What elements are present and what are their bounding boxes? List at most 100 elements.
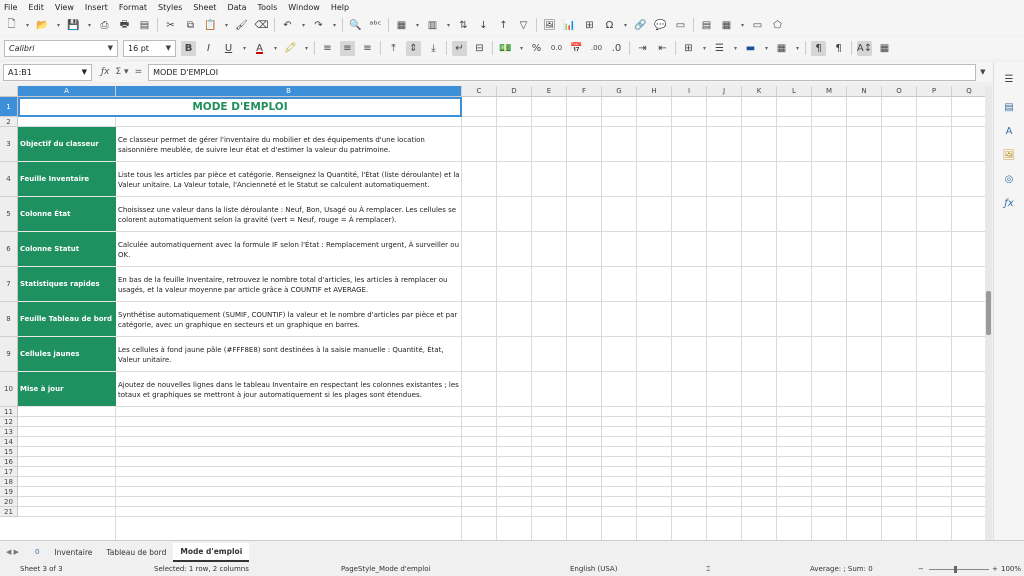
language[interactable]: English (USA) — [570, 565, 617, 573]
menu-edit[interactable]: Edit — [28, 3, 44, 12]
scroll-thumb[interactable] — [986, 291, 991, 335]
functions-icon[interactable]: ƒx — [1002, 196, 1016, 210]
new-document-icon[interactable]: 🗋 — [4, 18, 19, 33]
font-name-combo[interactable]: Calibri ▼ — [4, 39, 118, 57]
column-header-p[interactable]: P — [917, 86, 952, 97]
sort-descending-icon[interactable]: ↑ — [496, 18, 511, 33]
row-header-16[interactable]: 16 — [0, 457, 18, 467]
column-header-g[interactable]: G — [602, 86, 637, 97]
sheet-tab[interactable]: Inventaire — [47, 544, 99, 561]
vertical-text-icon[interactable]: A↕ — [857, 40, 872, 56]
menu-data[interactable]: Data — [227, 3, 246, 12]
sidebar-menu-icon[interactable]: ☰ — [1002, 72, 1016, 86]
navigator-icon[interactable]: ◎ — [1002, 172, 1016, 186]
align-right-icon[interactable]: ≡ — [360, 41, 375, 56]
row-header-20[interactable]: 20 — [0, 497, 18, 507]
split-window-icon[interactable]: ▭ — [750, 18, 765, 33]
pivot-table-icon[interactable]: ⊞ — [582, 18, 597, 33]
name-box[interactable]: A1:B1 ▼ — [3, 63, 92, 81]
entry-description-cell[interactable]: Calculée automatiquement avec la formule… — [117, 232, 462, 267]
merge-center-icon[interactable]: ⊟ — [472, 41, 487, 56]
sheet-tab[interactable]: Tableau de bord — [99, 544, 173, 561]
sheet-tab[interactable]: Mode d'emploi — [173, 542, 250, 562]
sheet-title-cell[interactable]: MODE D'EMPLOI — [18, 97, 462, 117]
zoom-level[interactable]: 100% — [1001, 565, 1021, 573]
copy-icon[interactable]: ⧉ — [183, 18, 198, 33]
entry-label-cell[interactable]: Feuille Tableau de bord — [18, 302, 116, 337]
sort-icon[interactable]: ⇅ — [456, 18, 471, 33]
delete-decimal-icon[interactable]: .0 — [609, 41, 624, 56]
align-left-icon[interactable]: ≡ — [320, 41, 335, 56]
find-replace-icon[interactable]: 🔍 — [348, 18, 363, 33]
font-color-button[interactable]: A — [252, 41, 267, 56]
tab-navigation-icon[interactable]: ◀ ▶ — [6, 548, 19, 556]
entry-description-cell[interactable]: Les cellules à fond jaune pâle (#FFF8E8)… — [117, 337, 462, 372]
highlight-dropdown-icon[interactable]: ▾ — [303, 41, 310, 56]
entry-description-cell[interactable]: Liste tous les articles par pièce et cat… — [117, 162, 462, 197]
entry-description-cell[interactable]: Ce classeur permet de gérer l'inventaire… — [117, 127, 462, 162]
column-dropdown-icon[interactable]: ▾ — [445, 18, 452, 33]
add-sheet-button[interactable]: 0 — [35, 548, 39, 556]
zoom-in-icon[interactable]: + — [992, 565, 998, 573]
column-header-b[interactable]: B — [116, 86, 462, 97]
paste-icon[interactable]: 📋 — [203, 18, 218, 33]
entry-label-cell[interactable]: Colonne Statut — [18, 232, 116, 267]
percent-format-button[interactable]: % — [529, 41, 544, 56]
define-print-area-icon[interactable]: ▤ — [699, 18, 714, 33]
clone-formatting-icon[interactable]: 🖌 — [234, 18, 249, 33]
row-header-19[interactable]: 19 — [0, 487, 18, 497]
expand-formula-icon[interactable]: ▼ — [980, 68, 985, 76]
column-header-a[interactable]: A — [18, 86, 116, 97]
borders-dropdown-icon[interactable]: ▾ — [701, 41, 708, 56]
font-color-dropdown-icon[interactable]: ▾ — [272, 41, 279, 56]
menu-sheet[interactable]: Sheet — [193, 3, 216, 12]
row-header-3[interactable]: 3 — [0, 127, 18, 162]
entry-description-cell[interactable]: Ajoutez de nouvelles lignes dans le tabl… — [117, 372, 462, 407]
formula-input[interactable]: MODE D'EMPLOI — [148, 63, 977, 81]
select-all-corner[interactable] — [0, 86, 18, 97]
hyperlink-icon[interactable]: 🔗 — [633, 18, 648, 33]
row-header-1[interactable]: 1 — [0, 97, 18, 117]
border-color-dropdown-icon[interactable]: ▾ — [763, 41, 770, 56]
highlight-color-icon[interactable]: 🖍 — [283, 41, 298, 56]
column-header-i[interactable]: I — [672, 86, 707, 97]
row-header-14[interactable]: 14 — [0, 437, 18, 447]
redo-dropdown-icon[interactable]: ▾ — [331, 18, 338, 33]
row-header-7[interactable]: 7 — [0, 267, 18, 302]
properties-icon[interactable]: ▤ — [1002, 100, 1016, 114]
show-grid-icon[interactable]: ▦ — [877, 41, 892, 56]
row-header-15[interactable]: 15 — [0, 447, 18, 457]
row-dropdown-icon[interactable]: ▾ — [414, 18, 421, 33]
row-header-8[interactable]: 8 — [0, 302, 18, 337]
menu-window[interactable]: Window — [288, 3, 320, 12]
date-format-icon[interactable]: 📅 — [569, 41, 584, 56]
column-header-n[interactable]: N — [847, 86, 882, 97]
gallery-icon[interactable]: 🖼 — [1002, 148, 1016, 162]
border-style-icon[interactable]: ☰ — [712, 41, 727, 56]
undo-icon[interactable]: ↶ — [280, 18, 295, 33]
save-icon[interactable]: 💾 — [66, 18, 81, 33]
column-header-c[interactable]: C — [462, 86, 497, 97]
styles-icon[interactable]: A — [1002, 124, 1016, 138]
borders-icon[interactable]: ⊞ — [681, 41, 696, 56]
decrease-indent-icon[interactable]: ⇤ — [655, 41, 670, 56]
entry-description-cell[interactable]: Choisissez une valeur dans la liste déro… — [117, 197, 462, 232]
entry-label-cell[interactable]: Statistiques rapides — [18, 267, 116, 302]
menu-help[interactable]: Help — [331, 3, 349, 12]
column-header-h[interactable]: H — [637, 86, 672, 97]
wrap-text-icon[interactable]: ↵ — [452, 40, 467, 56]
selection-mode-icon[interactable]: ⌶ — [706, 565, 710, 574]
spellcheck-icon[interactable]: ᵃᵇᶜ — [368, 18, 383, 33]
row-header-18[interactable]: 18 — [0, 477, 18, 487]
autofilter-icon[interactable]: ▽ — [516, 18, 531, 33]
menu-styles[interactable]: Styles — [158, 3, 182, 12]
vertical-scrollbar[interactable] — [985, 86, 992, 540]
show-draw-functions-icon[interactable]: ⬠ — [770, 18, 785, 33]
row-header-17[interactable]: 17 — [0, 467, 18, 477]
column-header-o[interactable]: O — [882, 86, 917, 97]
row-header-11[interactable]: 11 — [0, 407, 18, 417]
menu-view[interactable]: View — [55, 3, 74, 12]
spreadsheet-grid[interactable]: A B C D E F G H I J K L M N O P Q 1 2 3 4 5 6 7 8 9 10 11 12 13 14 15 16… — [0, 86, 992, 540]
function-wizard-icon[interactable]: ƒx — [101, 67, 110, 77]
align-bottom-icon[interactable]: ⤓ — [426, 41, 441, 56]
